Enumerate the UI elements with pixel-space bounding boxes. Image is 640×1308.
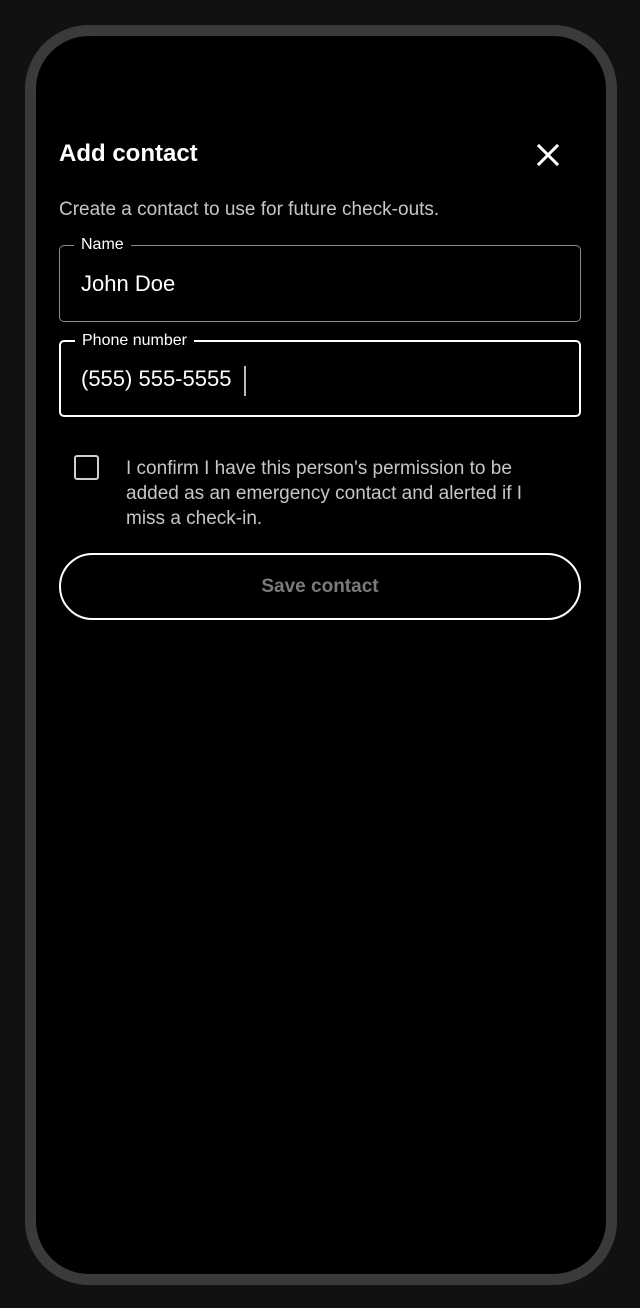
close-icon (537, 144, 559, 166)
consent-checkbox[interactable] (74, 455, 99, 480)
add-contact-screen: Add contact Create a contact to use for … (36, 36, 606, 1274)
phone-field[interactable]: Phone number (59, 331, 581, 417)
text-caret (244, 366, 246, 396)
name-input[interactable] (81, 246, 560, 321)
phone-input[interactable] (81, 342, 559, 415)
close-button[interactable] (529, 136, 567, 174)
device-frame: Add contact Create a contact to use for … (25, 25, 617, 1285)
dialog-subtitle: Create a contact to use for future check… (59, 199, 440, 220)
save-contact-button[interactable]: Save contact (59, 553, 581, 620)
name-field[interactable]: Name (59, 235, 581, 322)
consent-label: I confirm I have this person's permissio… (126, 458, 523, 529)
page-title: Add contact (59, 140, 198, 167)
